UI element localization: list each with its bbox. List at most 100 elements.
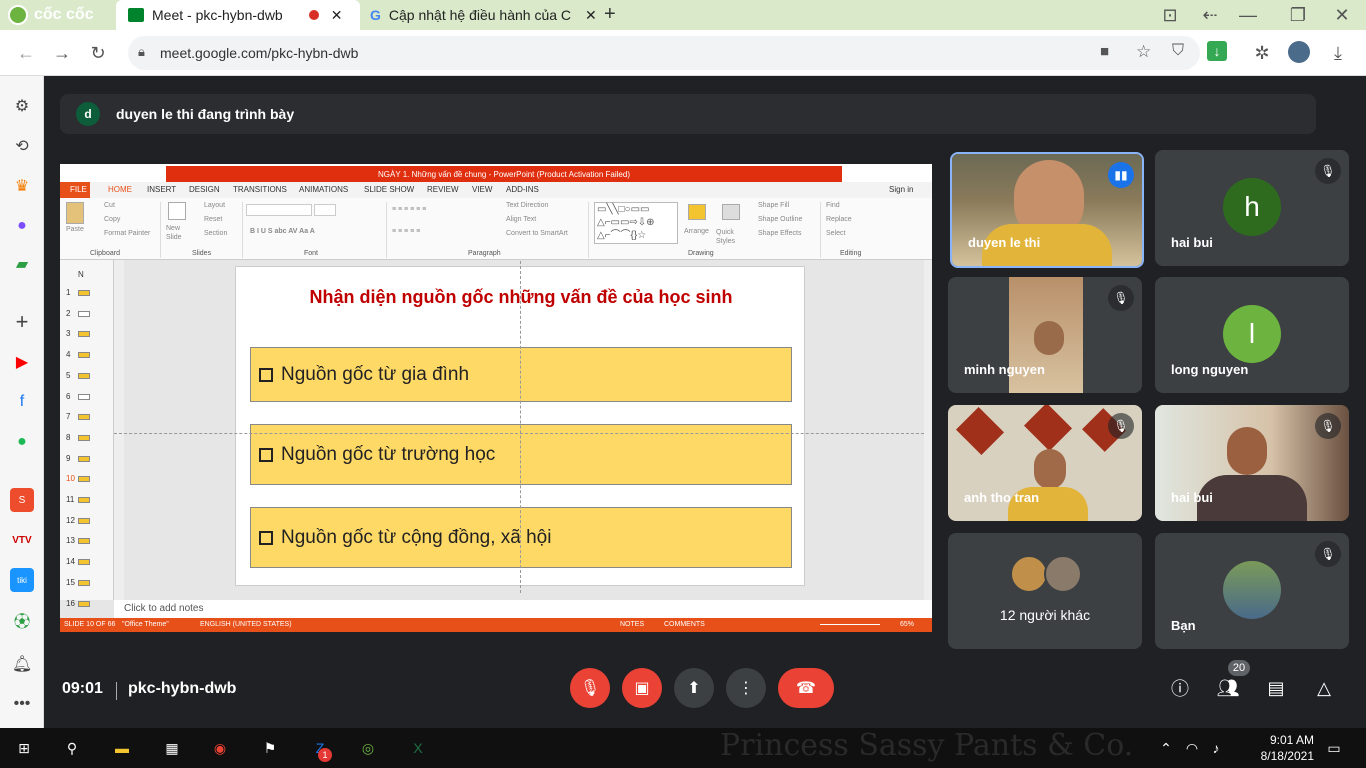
more-icon[interactable]: •••: [10, 692, 34, 716]
tab-meet[interactable]: Meet - pkc-hybn-dwb ✕: [116, 0, 360, 30]
screenshot-icon[interactable]: ⊡: [1158, 3, 1182, 27]
slide-thumbnail[interactable]: 14: [60, 557, 114, 569]
new-slide-icon[interactable]: [168, 202, 186, 220]
arrange-icon[interactable]: [688, 204, 706, 220]
participant-tile[interactable]: h 🎙︎ hai bui: [1155, 150, 1349, 266]
slide-thumbnail[interactable]: 2: [60, 309, 114, 321]
crown-icon[interactable]: ♛: [10, 174, 34, 198]
slide-thumbnail[interactable]: 12: [60, 516, 114, 528]
file-explorer-icon[interactable]: ▬: [110, 736, 134, 760]
align-icons[interactable]: ≡ ≡ ≡ ≡ ≡: [392, 228, 420, 235]
slide-thumbnail[interactable]: 4: [60, 350, 114, 362]
slide-thumbnail[interactable]: 11: [60, 495, 114, 507]
shield-icon[interactable]: ⛉: [1172, 42, 1184, 60]
store-icon[interactable]: ▦: [160, 736, 184, 760]
shape-effects-label[interactable]: Shape Effects: [758, 230, 801, 237]
gamepad-icon[interactable]: ▰: [10, 252, 34, 276]
mic-toggle-button[interactable]: 🎙︎: [570, 668, 610, 708]
shared-screen-powerpoint[interactable]: NGÀY 1. Những vấn đề chung - PowerPoint …: [60, 164, 932, 632]
coccoc-logo-icon[interactable]: [8, 5, 28, 25]
slide-thumbnail[interactable]: 10: [60, 474, 114, 486]
select-label[interactable]: Select: [826, 230, 845, 237]
history-icon[interactable]: ⟲: [10, 134, 34, 158]
notes-area[interactable]: Click to add notes: [114, 600, 932, 618]
chat-icon[interactable]: ▤: [1260, 672, 1292, 704]
ppt-menu-addins[interactable]: ADD-INS: [506, 185, 539, 194]
slide-box-family[interactable]: Nguồn gốc từ gia đình: [250, 347, 792, 402]
shapes-gallery[interactable]: ▭╲╲□○▭▭ △⌐▭▭⇨⇩⊕ △⌐⌒⌒{}☆: [594, 202, 678, 244]
pdf-icon[interactable]: ⚑: [258, 736, 282, 760]
search-icon[interactable]: ⚲: [60, 736, 84, 760]
camera-icon[interactable]: ■: [1100, 43, 1109, 60]
present-screen-button[interactable]: ⬆: [674, 668, 714, 708]
self-tile[interactable]: 🎙︎ Bạn: [1155, 533, 1349, 649]
facebook-icon[interactable]: f: [10, 390, 34, 414]
shopee-icon[interactable]: S: [10, 488, 34, 512]
messenger-icon[interactable]: ●: [10, 214, 34, 238]
back-history-icon[interactable]: ⇠: [1198, 3, 1222, 27]
ppt-menu-review[interactable]: REVIEW: [427, 185, 459, 194]
quick-styles-label[interactable]: Quick Styles: [716, 228, 746, 246]
paste-label[interactable]: Paste: [66, 226, 84, 233]
participant-tile[interactable]: l long nguyen: [1155, 277, 1349, 393]
system-clock[interactable]: 9:01 AM 8/18/2021: [1261, 732, 1314, 764]
copy-label[interactable]: Copy: [104, 216, 120, 223]
tab-update[interactable]: G Cập nhật hệ điều hành của C ✕: [364, 0, 598, 30]
cut-label[interactable]: Cut: [104, 202, 115, 209]
back-icon[interactable]: ←: [14, 41, 38, 65]
volume-icon[interactable]: ♪: [1204, 736, 1228, 760]
omnibox[interactable]: 🔒︎ meet.google.com/pkc-hybn-dwb ■ ☆ ⛉: [128, 36, 1200, 70]
ppt-menu-slideshow[interactable]: SLIDE SHOW: [364, 185, 414, 194]
excel-icon[interactable]: X: [406, 736, 430, 760]
ppt-sign-in[interactable]: Sign in: [889, 185, 913, 194]
participant-tile-others[interactable]: 12 người khác: [948, 533, 1142, 649]
ppt-menu-animations[interactable]: ANIMATIONS: [299, 185, 348, 194]
font-size-box[interactable]: [314, 204, 336, 216]
participant-tile[interactable]: 🎙︎ hai bui: [1155, 405, 1349, 521]
close-tab-icon[interactable]: ✕: [331, 7, 343, 24]
leave-call-button[interactable]: ☎: [778, 668, 834, 708]
windows-start-icon[interactable]: ⊞: [12, 736, 36, 760]
close-tab-icon[interactable]: ✕: [585, 7, 597, 24]
people-icon[interactable]: 👥︎: [1212, 672, 1244, 704]
extensions-icon[interactable]: ✲: [1250, 41, 1274, 65]
participant-tile[interactable]: 🎙︎ anh tho tran: [948, 405, 1142, 521]
wifi-icon[interactable]: ◠: [1180, 736, 1204, 760]
spotify-icon[interactable]: ●: [10, 430, 34, 454]
ppt-menu-home[interactable]: HOME: [108, 185, 132, 194]
slide-box-community[interactable]: Nguồn gốc từ cộng đồng, xã hội: [250, 507, 792, 568]
bold-icon[interactable]: B I U S abc AV Aa A: [250, 228, 315, 235]
slide-thumbnail[interactable]: 16: [60, 599, 114, 611]
notification-bell-icon[interactable]: 🔔︎: [10, 652, 34, 676]
settings-gear-icon[interactable]: ⚙: [10, 94, 34, 118]
browser-brand[interactable]: cốc cốc: [34, 6, 94, 24]
slide-thumbnail[interactable]: 13: [60, 536, 114, 548]
slide-thumbnail[interactable]: 7: [60, 412, 114, 424]
slide-thumbnail[interactable]: 9: [60, 454, 114, 466]
ppt-menu-design[interactable]: DESIGN: [189, 185, 220, 194]
activities-icon[interactable]: △: [1308, 672, 1340, 704]
new-tab-button[interactable]: +: [604, 3, 616, 26]
url-text[interactable]: meet.google.com/pkc-hybn-dwb: [160, 45, 358, 61]
slide-thumbnail[interactable]: 5: [60, 371, 114, 383]
more-options-button[interactable]: ⋮: [726, 668, 766, 708]
arrange-label[interactable]: Arrange: [684, 228, 709, 235]
action-center-icon[interactable]: ▭: [1322, 736, 1346, 760]
youtube-icon[interactable]: ▶: [10, 350, 34, 374]
slide-thumbnail[interactable]: 3: [60, 329, 114, 341]
paste-icon[interactable]: [66, 202, 84, 224]
chrome-icon[interactable]: ◉: [208, 736, 232, 760]
minimize-icon[interactable]: —: [1236, 3, 1260, 27]
slide-thumbnail[interactable]: 8: [60, 433, 114, 445]
ppt-menu-insert[interactable]: INSERT: [147, 185, 176, 194]
text-direction-label[interactable]: Text Direction: [506, 202, 548, 209]
new-slide-label[interactable]: New Slide: [166, 224, 190, 242]
reset-label[interactable]: Reset: [204, 216, 222, 223]
tiki-icon[interactable]: tiki: [10, 568, 34, 592]
zoom-slider[interactable]: [820, 624, 880, 625]
meeting-details-icon[interactable]: ⓘ: [1164, 672, 1196, 704]
add-icon[interactable]: +: [10, 309, 34, 334]
download-extension-icon[interactable]: ↓: [1207, 41, 1227, 61]
convert-smartart-label[interactable]: Convert to SmartArt: [506, 230, 568, 237]
slide-thumbnail[interactable]: 6: [60, 392, 114, 404]
